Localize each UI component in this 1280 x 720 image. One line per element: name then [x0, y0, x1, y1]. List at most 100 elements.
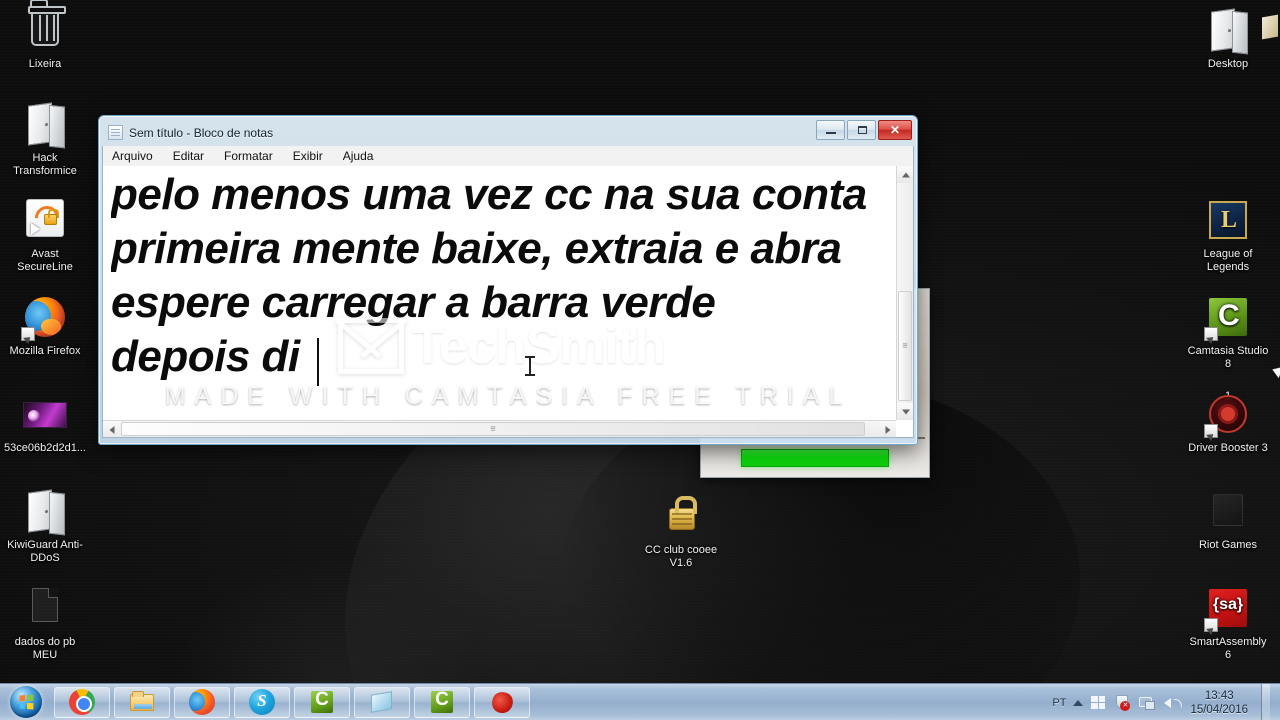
recycle-bin-icon — [21, 0, 69, 54]
notepad-app-icon — [108, 125, 123, 140]
green-progress-bar — [741, 449, 889, 467]
text-line: depois di — [111, 332, 300, 381]
scroll-thumb-grip: ≡ — [490, 423, 496, 434]
blue-document-icon — [369, 689, 395, 715]
scroll-up-button[interactable] — [897, 166, 913, 183]
scroll-down-button[interactable] — [897, 403, 913, 420]
open-folder-icon — [1204, 6, 1252, 54]
mouse-pointer-icon — [1270, 363, 1280, 379]
notepad-menubar[interactable]: Arquivo Editar Formatar Exibir Ajuda — [102, 146, 914, 166]
desktop-icon-avast-secureline[interactable]: Avast SecureLine — [2, 196, 88, 274]
skype-icon: S — [249, 689, 275, 715]
desktop-icon-kiwiguard[interactable]: KiwiGuard Anti-DDoS — [2, 487, 88, 565]
menu-item-exibir[interactable]: Exibir — [290, 148, 326, 164]
desktop-icon-label: Hack Transformice — [13, 152, 77, 177]
notepad-window[interactable]: Sem título - Bloco de notas ✕ Arquivo Ed… — [98, 115, 918, 445]
desktop-icon-league-of-legends[interactable]: L League of Legends — [1185, 196, 1271, 274]
desktop-icon-label: KiwiGuard Anti-DDoS — [7, 539, 83, 564]
minimize-icon — [826, 132, 836, 134]
scroll-thumb-grip: ≡ — [902, 340, 908, 351]
desktop-icon-label-line2: V1.6 — [669, 557, 693, 569]
show-desktop-button[interactable] — [1261, 684, 1270, 720]
taskbar-item-transformice[interactable] — [474, 686, 530, 718]
vertical-scrollbar[interactable]: ≡ — [896, 166, 913, 420]
taskbar-item-firefox[interactable] — [174, 686, 230, 718]
desktop-icon-label: 53ce06b2d2d1... — [4, 442, 86, 454]
desktop-icon-label: Avast SecureLine — [17, 248, 73, 273]
action-center-icon[interactable] — [1090, 694, 1107, 711]
shortcut-arrow-icon — [21, 327, 35, 341]
notepad-titlebar[interactable]: Sem título - Bloco de notas ✕ — [102, 119, 914, 146]
horizontal-scrollbar[interactable]: ≡ — [103, 420, 896, 437]
desktop-icon-label: Riot Games — [1198, 539, 1258, 551]
red-mouse-icon — [489, 689, 515, 715]
desktop-icon-hack-transformice[interactable]: Hack Transformice — [2, 100, 88, 178]
vertical-scroll-thumb[interactable]: ≡ — [898, 291, 912, 401]
network-icon[interactable] — [1138, 694, 1156, 711]
desktop-icon-label: Camtasia Studio 8 — [1187, 345, 1269, 370]
clock[interactable]: 13:43 15/04/2016 — [1190, 689, 1248, 717]
partial-icon-art — [1262, 14, 1278, 40]
desktop-icon-smartassembly-6[interactable]: {sa} SmartAssembly 6 — [1185, 584, 1271, 662]
menu-item-ajuda[interactable]: Ajuda — [340, 148, 377, 164]
chevron-up-icon[interactable] — [1073, 699, 1084, 706]
desktop-icon-label: League of Legends — [1203, 248, 1253, 273]
chrome-icon — [69, 689, 95, 715]
clock-date: 15/04/2016 — [1190, 703, 1248, 716]
skype-glyph: S — [257, 691, 267, 710]
shortcut-arrow-icon — [1204, 618, 1218, 632]
shortcut-arrow-icon — [1204, 424, 1218, 438]
desktop-icon-mozilla-firefox[interactable]: Mozilla Firefox — [2, 293, 88, 358]
menu-item-arquivo[interactable]: Arquivo — [109, 148, 156, 164]
desktop-icon-label: Driver Booster 3 — [1188, 442, 1268, 454]
language-indicator[interactable]: PT — [1052, 697, 1066, 709]
maximize-button[interactable] — [847, 120, 876, 140]
start-button[interactable] — [2, 685, 50, 720]
horizontal-scroll-thumb[interactable]: ≡ — [121, 422, 865, 436]
open-folder-icon — [21, 487, 69, 535]
camtasia-glyph: C — [315, 689, 329, 710]
taskbar-item-camtasia-studio[interactable]: C — [294, 686, 350, 718]
smartassembly-glyph: {sa} — [1212, 596, 1244, 613]
volume-icon[interactable] — [1162, 694, 1179, 711]
close-button[interactable]: ✕ — [878, 120, 912, 140]
desktop-icon-dados-do-pb[interactable]: dados do pb MEU — [2, 584, 88, 662]
taskbar-item-camtasia-recorder[interactable] — [354, 686, 410, 718]
notepad-text-area[interactable]: pelo menos uma vez cc na sua conta prime… — [102, 166, 914, 438]
firefox-icon — [189, 689, 215, 715]
camtasia-studio-icon: C — [1204, 293, 1252, 341]
taskbar-item-chrome[interactable] — [54, 686, 110, 718]
desktop-icon-riot-games[interactable]: Riot Games — [1185, 487, 1271, 552]
taskbar-item-camtasia-studio-2[interactable]: C — [414, 686, 470, 718]
menu-item-editar[interactable]: Editar — [170, 148, 207, 164]
desktop-icon-lixeira[interactable]: Lixeira — [2, 0, 88, 71]
system-tray[interactable]: PT 13:43 15/04/2016 — [1052, 684, 1280, 720]
window-controls: ✕ — [816, 120, 912, 140]
scroll-left-button[interactable] — [103, 421, 120, 437]
firefox-icon — [21, 293, 69, 341]
league-of-legends-icon: L — [1204, 196, 1252, 244]
desktop-icon-label: Mozilla Firefox — [9, 345, 81, 357]
desktop-icon-camtasia-studio-8[interactable]: C Camtasia Studio 8 — [1185, 293, 1271, 371]
desktop-icon-driver-booster-3[interactable]: 1 Driver Booster 3 — [1185, 390, 1271, 455]
windows-start-orb-icon — [10, 686, 42, 718]
desktop-icon-partial-offscreen[interactable] — [1258, 8, 1280, 70]
text-line: pelo menos uma vez cc na sua conta — [111, 170, 867, 219]
desktop-icon-cc-club-cooee[interactable]: CC club cooee V1.6 — [638, 492, 724, 570]
menu-item-formatar[interactable]: Formatar — [221, 148, 276, 164]
driver-booster-icon: 1 — [1204, 390, 1252, 438]
window-title: Sem título - Bloco de notas — [129, 125, 274, 140]
scroll-right-button[interactable] — [879, 421, 896, 437]
security-shield-icon[interactable] — [1114, 694, 1131, 711]
document-icon — [21, 584, 69, 632]
taskbar[interactable]: S C C PT ✕ 13:43 15/04/2016 — [0, 683, 1280, 720]
text-line: espere carregar a barra verde — [111, 278, 716, 327]
shortcut-arrow-icon — [1204, 327, 1218, 341]
desktop-icon-image-file[interactable]: 53ce06b2d2d1... — [2, 390, 88, 455]
minimize-button[interactable] — [816, 120, 845, 140]
notepad-text-content: pelo menos uma vez cc na sua conta prime… — [111, 168, 891, 384]
taskbar-item-skype[interactable]: S — [234, 686, 290, 718]
taskbar-item-explorer[interactable] — [114, 686, 170, 718]
text-caret — [317, 338, 319, 386]
watermark-subtitle: MADE WITH CAMTASIA FREE TRIAL — [164, 382, 852, 410]
